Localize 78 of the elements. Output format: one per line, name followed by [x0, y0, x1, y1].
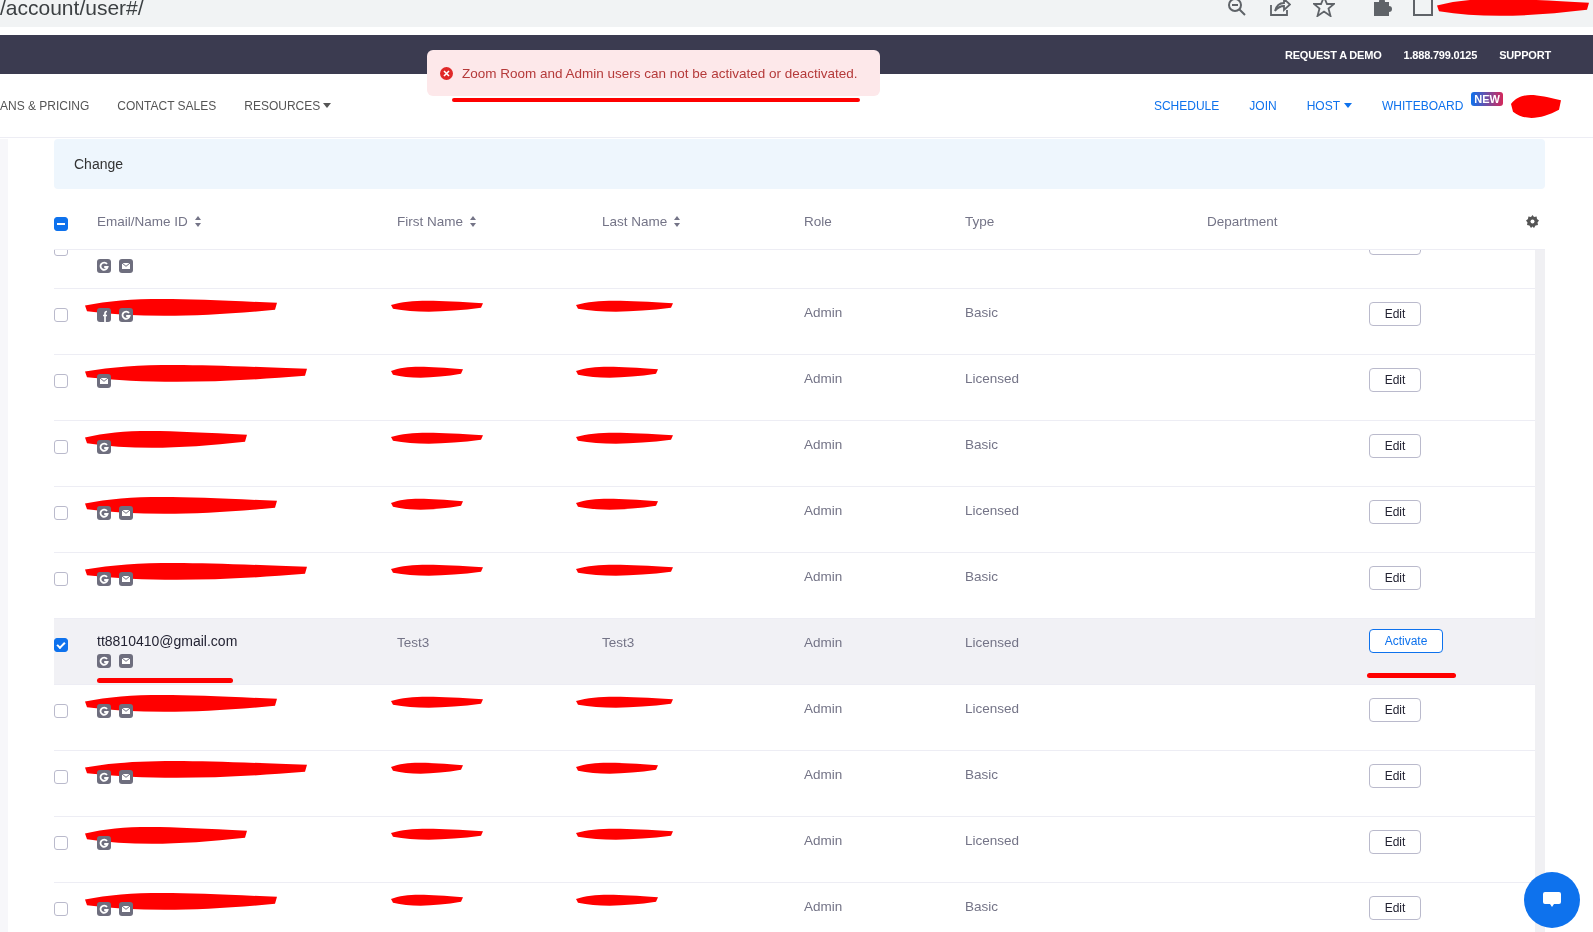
new-badge: NEW	[1471, 91, 1503, 106]
edit-button[interactable]: Edit	[1369, 896, 1421, 920]
column-header: Role	[804, 213, 832, 229]
table-cell: Licensed	[965, 371, 1020, 386]
column-header: Department	[1207, 213, 1278, 229]
edit-button[interactable]: Edit	[1369, 500, 1421, 524]
nav-link[interactable]: HOST	[1306, 98, 1352, 113]
table-cell: Licensed	[965, 701, 1020, 716]
chat-button[interactable]	[1524, 872, 1580, 928]
column-header[interactable]: Last Name	[602, 213, 668, 229]
email-text: tt8810410@gmail.com	[97, 633, 239, 649]
settings-icon[interactable]	[1526, 214, 1539, 228]
table-cell: Admin	[804, 767, 843, 782]
table-cell: Test3	[602, 635, 635, 650]
table-cell: Licensed	[965, 833, 1020, 848]
row-checkbox[interactable]	[54, 902, 68, 916]
edit-button[interactable]: Edit	[1369, 764, 1421, 788]
table-cell: Basic	[965, 767, 998, 782]
table-cell: Admin	[804, 833, 843, 848]
table-cell: Test3	[397, 635, 430, 650]
top-bar-link[interactable]: REQUEST A DEMO	[1284, 48, 1382, 61]
nav-link[interactable]: WHITEBOARD	[1382, 98, 1464, 113]
nav-link[interactable]: CONTACT SALES	[117, 98, 217, 113]
row-checkbox[interactable]	[54, 704, 68, 718]
row-checkbox[interactable]	[54, 572, 68, 586]
table-cell: Basic	[965, 569, 998, 584]
error-icon	[440, 66, 453, 80]
sort-icon[interactable]	[194, 215, 201, 227]
edit-button[interactable]: Edit	[1369, 566, 1421, 590]
caret-icon	[323, 103, 332, 108]
edit-button[interactable]: Edit	[1369, 830, 1421, 854]
row-checkbox[interactable]	[54, 374, 68, 388]
nav-link[interactable]: ANS & PRICING	[0, 98, 90, 113]
table-cell: Basic	[965, 437, 998, 452]
sort-icon[interactable]	[470, 215, 476, 227]
share-icon[interactable]	[1269, 0, 1291, 17]
table-cell: Admin	[804, 899, 843, 914]
top-bar-link[interactable]: SUPPORT	[1499, 48, 1551, 61]
row-checkbox[interactable]	[54, 638, 68, 652]
row-checkbox[interactable]	[54, 506, 68, 520]
url-text[interactable]: /account/user#/	[0, 0, 144, 20]
table-cell: Basic	[965, 305, 998, 320]
table-cell: Admin	[804, 701, 843, 716]
nav-link[interactable]: JOIN	[1249, 98, 1277, 113]
nav-link[interactable]: RESOURCES	[244, 98, 332, 113]
table-cell: Admin	[804, 569, 843, 584]
edit-button[interactable]: Edit	[1369, 368, 1421, 392]
table-cell: Admin	[804, 503, 843, 518]
edit-button[interactable]: Edit	[1369, 302, 1421, 326]
column-header[interactable]: Email/Name ID	[97, 213, 188, 229]
column-header[interactable]: First Name	[397, 213, 463, 229]
edit-button[interactable]: Edit	[1369, 698, 1421, 722]
column-header: Type	[965, 213, 995, 229]
chat-icon	[1542, 891, 1562, 909]
row-checkbox[interactable]	[54, 440, 68, 454]
window-icon[interactable]	[1413, 0, 1433, 16]
puzzle-icon[interactable]	[1371, 0, 1393, 18]
row-checkbox[interactable]	[54, 836, 68, 850]
table-cell: Licensed	[965, 503, 1020, 518]
top-bar-link[interactable]: 1.888.799.0125	[1403, 48, 1478, 61]
sort-icon[interactable]	[674, 215, 681, 227]
table-cell: Licensed	[965, 635, 1020, 650]
select-all-checkbox[interactable]	[54, 216, 68, 231]
activate-button[interactable]: Activate	[1369, 629, 1443, 653]
zoom-out-icon[interactable]	[1227, 0, 1247, 17]
row-checkbox[interactable]	[54, 770, 68, 784]
table-cell: Admin	[804, 437, 843, 452]
edit-button[interactable]: Edit	[1369, 434, 1421, 458]
nav-link[interactable]: SCHEDULE	[1153, 98, 1220, 113]
toast-message: Zoom Room and Admin users can not be activated or deactivated.	[462, 65, 858, 81]
table-cell: Admin	[804, 371, 843, 386]
table-cell: Basic	[965, 899, 998, 914]
change-action[interactable]: Change	[74, 156, 124, 172]
row-checkbox[interactable]	[54, 308, 68, 322]
table-cell: Admin	[804, 305, 843, 320]
caret-icon	[1344, 103, 1352, 108]
table-cell: Admin	[804, 635, 843, 650]
star-icon[interactable]	[1313, 0, 1335, 17]
